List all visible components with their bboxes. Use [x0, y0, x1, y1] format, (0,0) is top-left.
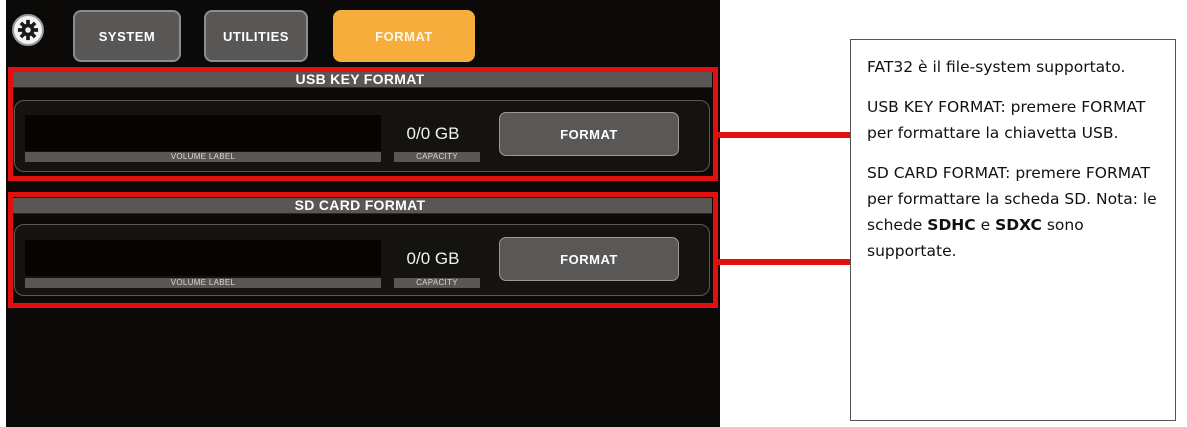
- note-sd: SD CARD FORMAT: premere FORMAT per forma…: [867, 160, 1165, 264]
- sd-callout-line: [718, 259, 850, 265]
- note-and: e: [980, 216, 991, 234]
- note-usb: USB KEY FORMAT: premere FORMAT per forma…: [867, 98, 1146, 142]
- tab-utilities[interactable]: UTILITIES: [204, 10, 308, 62]
- notes-box: FAT32 è il file-system supportato. USB K…: [850, 39, 1176, 421]
- tab-system[interactable]: SYSTEM: [73, 10, 181, 62]
- note-sdhc: SDHC: [927, 216, 976, 234]
- note-sdxc: SDXC: [995, 216, 1042, 234]
- tab-format[interactable]: FORMAT: [333, 10, 475, 62]
- gear-icon[interactable]: [12, 14, 44, 46]
- usb-callout-line: [718, 132, 850, 138]
- sd-highlight-box: [8, 192, 718, 308]
- note-filesystem: FAT32 è il file-system supportato.: [867, 58, 1126, 76]
- usb-highlight-box: [8, 67, 718, 181]
